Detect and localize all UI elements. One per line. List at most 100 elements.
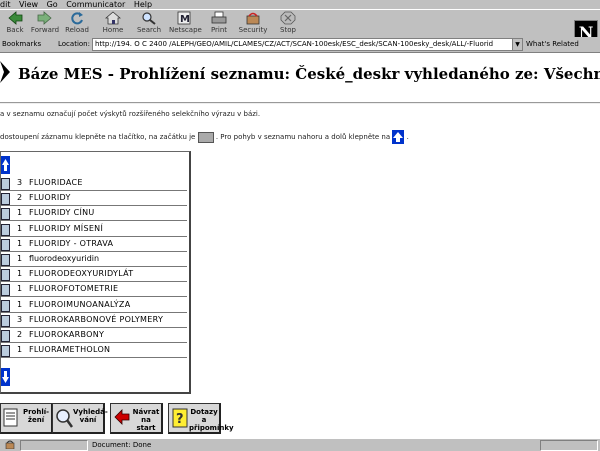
record-button[interactable] [1, 193, 10, 206]
magnifier-icon [55, 407, 74, 429]
questions-label: Dotazy a připomínky [189, 408, 234, 432]
term-label: FLUORIDY MÍSENÍ [29, 223, 104, 233]
record-button[interactable] [1, 238, 10, 251]
chevron-down-icon: ▼ [515, 41, 520, 48]
browse-icon [3, 407, 21, 429]
list-item: 1 FLUOROFOTOMETRIE [1, 282, 187, 298]
status-bar: Document: Done [0, 438, 600, 451]
record-button[interactable] [1, 330, 10, 342]
security-button[interactable]: Security [238, 11, 268, 37]
term-label: FLUORODEOXYURIDYLÁT [29, 269, 134, 279]
print-button[interactable]: Print [204, 11, 234, 37]
search-records-button[interactable]: Vyhledá-vání [52, 403, 108, 434]
down-arrow-icon [1, 368, 10, 386]
action-buttons: Prohlí-žení Vyhledá-vání Návrat na start … [0, 403, 240, 437]
menu-help[interactable]: Help [134, 0, 152, 9]
home-icon [104, 11, 122, 25]
list-item: 1 FLUORAMETHOLON [1, 343, 187, 359]
list-item: 2 FLUOROKARBONY [1, 328, 187, 343]
scroll-up-button[interactable] [1, 156, 10, 174]
netscape-button[interactable]: M Netscape [169, 11, 202, 37]
term-list: 3 FLUORIDACE 2 FLUORIDY 1 FLUORIDY CÍNU 1 FLUOR… [0, 151, 191, 394]
home-button[interactable]: Home [98, 11, 128, 37]
record-button[interactable] [1, 314, 10, 327]
whats-related-button[interactable]: What's Related [526, 40, 579, 48]
forward-arrow-icon [37, 11, 53, 25]
location-bar: Bookmarks Location: http://194. O C 2400… [0, 37, 600, 53]
hit-count: 1 [17, 299, 23, 309]
whats-related-label: What's Related [526, 40, 579, 48]
menu-go[interactable]: Go [47, 0, 58, 9]
list-item: 1 FLUORODEOXYURIDYLÁT [1, 267, 187, 283]
up-arrow-icon [392, 130, 405, 144]
browse-button[interactable]: Prohlí-žení [0, 403, 53, 434]
record-button[interactable] [1, 178, 10, 190]
record-button[interactable] [1, 208, 10, 221]
browse-label: Prohlí-žení [22, 408, 50, 424]
questions-button[interactable]: ? Dotazy a připomínky [168, 403, 234, 434]
record-button-icon [197, 131, 214, 143]
stop-button[interactable]: Stop [273, 11, 303, 37]
home-label: Home [102, 26, 124, 34]
netscape-label: Netscape [169, 26, 202, 34]
page-content: Báze MES - Prohlížení seznamu: České_des… [0, 53, 600, 438]
menu-view[interactable]: View [19, 0, 38, 9]
record-button[interactable] [1, 254, 10, 266]
return-to-start-label: Návrat na start [132, 408, 160, 432]
search-button[interactable]: Search [134, 11, 164, 37]
menu-edit[interactable]: Edit [0, 0, 11, 9]
info-text-part3: . [406, 133, 409, 141]
security-label: Security [238, 26, 268, 34]
list-item: 1 FLUORIDY - OTRAVA [1, 237, 187, 252]
term-label: FLUORIDY - OTRAVA [29, 238, 114, 248]
record-button[interactable] [1, 284, 10, 297]
term-label: FLUORAMETHOLON [29, 345, 111, 355]
print-icon [211, 11, 227, 25]
list-item: 1 FLUOROIMUNOANALÝZA [1, 298, 187, 313]
stop-label: Stop [280, 26, 296, 34]
security-lock-icon [4, 440, 18, 451]
record-button[interactable] [1, 223, 10, 236]
return-arrow-icon [113, 407, 131, 429]
back-label: Back [6, 26, 24, 34]
info-text-part2: . Pro pohyb v seznamu nahoru a dolů klep… [215, 133, 391, 141]
forward-button[interactable]: Forward [30, 11, 60, 37]
term-label: FLUOROKARBONY [29, 330, 105, 339]
list-item: 1 FLUORIDY CÍNU [1, 206, 187, 222]
netscape-icon: M [176, 11, 192, 25]
svg-text:?: ? [176, 412, 184, 427]
bookmarks-button[interactable]: Bookmarks [2, 40, 41, 48]
hit-count: 1 [17, 345, 23, 355]
search-icon [141, 11, 157, 25]
record-button[interactable] [1, 299, 10, 312]
back-button[interactable]: Back [0, 11, 30, 37]
stop-icon [280, 11, 296, 25]
bookmarks-label: Bookmarks [2, 40, 42, 48]
page-title: Báze MES - Prohlížení seznamu: České_des… [18, 65, 600, 83]
term-label: FLUORIDACE [29, 178, 83, 187]
list-item: 1 FLUORIDY MÍSENÍ [1, 222, 187, 237]
up-arrow-icon [1, 156, 10, 174]
svg-text:M: M [180, 14, 190, 25]
info-text-part1: dostoupení záznamu klepněte na tlačítko,… [0, 133, 196, 141]
term-label: fluorodeoxyuridin [29, 254, 100, 263]
return-to-start-button[interactable]: Návrat na start [110, 403, 163, 434]
record-button[interactable] [1, 269, 10, 282]
security-icon [245, 11, 261, 25]
list-item: 3 FLUORIDACE [1, 176, 187, 191]
hit-count: 2 [17, 330, 23, 339]
scroll-down-button[interactable] [1, 368, 10, 386]
database-icon [0, 61, 12, 83]
menu-communicator[interactable]: Communicator [66, 0, 125, 9]
term-label: FLUORIDY CÍNU [29, 208, 95, 218]
url-dropdown-button[interactable]: ▼ [512, 38, 523, 51]
location-label: Location: [58, 40, 90, 48]
list-item: 3 FLUOROKARBONOVÉ POLYMERY [1, 313, 187, 328]
reload-button[interactable]: Reload [62, 11, 92, 37]
url-field[interactable]: http://194. O C 2400 /ALEPH/GEO/AMIL/CLA… [92, 38, 514, 51]
list-item: 1 fluorodeoxyuridin [1, 252, 187, 267]
hit-count: 1 [17, 223, 23, 233]
record-button[interactable] [1, 345, 10, 358]
reload-icon [69, 11, 85, 25]
hit-count: 1 [17, 269, 23, 279]
